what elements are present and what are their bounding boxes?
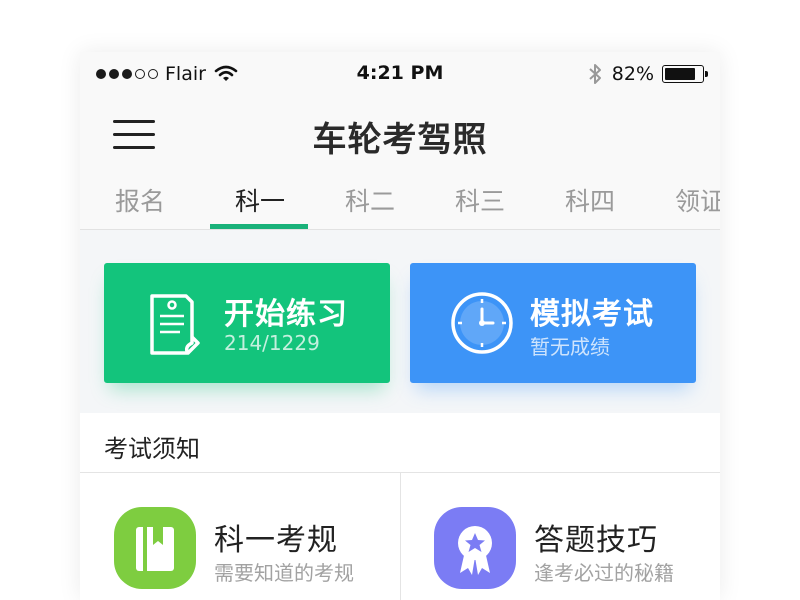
start-practice-button[interactable]: 开始练习 214/1229 <box>104 263 390 383</box>
medal-icon <box>458 526 492 575</box>
bluetooth-icon <box>589 64 601 84</box>
tab-subject-two[interactable]: 科二 <box>320 182 420 218</box>
card-title: 开始练习 <box>224 297 348 332</box>
exam-score: 暂无成绩 <box>530 335 610 359</box>
page-title: 车轮考驾照 <box>312 120 488 160</box>
clock-icon <box>451 292 513 354</box>
battery-percent: 82% <box>611 63 654 85</box>
item-subtitle: 逢考必过的秘籍 <box>534 561 674 585</box>
tab-license[interactable]: 领证 <box>650 182 720 218</box>
answer-tips-item[interactable]: 答题技巧 逢考必过的秘籍 <box>400 473 720 600</box>
card-title: 模拟考试 <box>530 297 654 332</box>
status-bar: Flair 4:21 PM 82% <box>80 52 720 96</box>
medal-icon-badge <box>434 507 516 589</box>
status-right: 82% <box>588 62 708 86</box>
phone-screen: Flair 4:21 PM 82% 车轮考驾照 报名 科一 科二 科三 科四 领… <box>80 52 720 600</box>
mock-exam-button[interactable]: 模拟考试 暂无成绩 <box>410 263 696 383</box>
document-icon <box>150 294 200 355</box>
battery-icon <box>662 65 708 83</box>
book-icon <box>136 527 174 571</box>
nav-bar: 车轮考驾照 <box>80 96 720 168</box>
battery-cap <box>705 71 708 77</box>
tab-signup[interactable]: 报名 <box>90 182 190 218</box>
feature-grid: 科一考规 需要知道的考规 答题技巧 逢考必过的秘籍 <box>80 473 720 600</box>
practice-progress: 214/1229 <box>224 331 320 355</box>
book-icon-badge <box>114 507 196 589</box>
item-subtitle: 需要知道的考规 <box>214 561 354 585</box>
tab-subject-one[interactable]: 科一 <box>210 182 310 218</box>
item-title: 答题技巧 <box>534 523 658 558</box>
exam-notice-section[interactable]: 考试须知 <box>80 413 720 473</box>
subject-rules-item[interactable]: 科一考规 需要知道的考规 <box>80 473 400 600</box>
section-title: 考试须知 <box>104 435 200 463</box>
tab-bar: 报名 科一 科二 科三 科四 领证 <box>80 168 720 230</box>
tab-subject-four[interactable]: 科四 <box>540 182 640 218</box>
item-title: 科一考规 <box>214 523 338 558</box>
tab-subject-three[interactable]: 科三 <box>430 182 530 218</box>
battery-fill <box>665 68 695 80</box>
active-tab-indicator <box>210 224 308 229</box>
